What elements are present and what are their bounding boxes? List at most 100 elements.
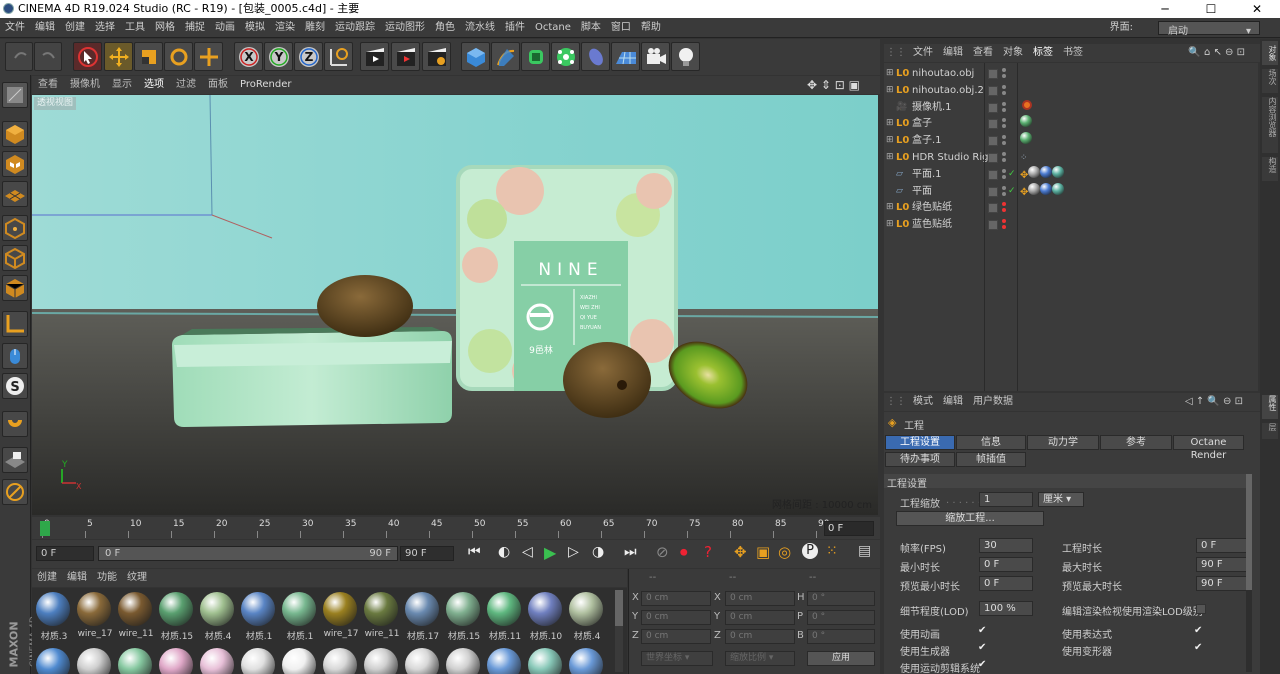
coord-rot-field[interactable]: 0 °	[807, 591, 875, 606]
go-to-start-icon[interactable]: ⏮	[468, 544, 481, 560]
key-scale-icon[interactable]: ▣	[756, 543, 770, 561]
object-tags[interactable]: ✥	[1020, 165, 1065, 184]
attr-menu-user-data[interactable]: 用户数据	[968, 393, 1018, 411]
visibility-render-dot[interactable]	[1002, 124, 1006, 129]
edges-mode-icon[interactable]	[2, 245, 28, 271]
visibility-editor-dot[interactable]	[1002, 185, 1006, 190]
polygons-mode-icon[interactable]	[2, 275, 28, 301]
object-row[interactable]: 🎥 摄像机.1	[884, 99, 1258, 116]
visibility-render-dot[interactable]	[1002, 191, 1006, 196]
menu-window[interactable]: 窗口	[606, 18, 636, 38]
attr-menu-mode[interactable]: 模式	[908, 393, 938, 411]
coord-pos-field[interactable]: 0 cm	[641, 591, 711, 606]
material-swatch[interactable]: 材质.15	[157, 590, 197, 642]
next-keyframe-icon[interactable]: ◑	[592, 544, 604, 560]
preview-range-slider[interactable]: 0 F 90 F	[98, 546, 398, 561]
menu-mesh[interactable]: 网格	[150, 18, 180, 38]
viewport-3d[interactable]: NINE 9邑林 XIAZHI WEI ZHI QI YUE BUYUAN Y …	[32, 95, 878, 515]
layout-select[interactable]: 启动 ▾	[1158, 21, 1260, 37]
menu-script[interactable]: 脚本	[576, 18, 606, 38]
close-button[interactable]: ✕	[1234, 0, 1280, 18]
material-swatch[interactable]: 材质.1	[280, 590, 320, 642]
key-rotation-icon[interactable]: ◎	[778, 543, 791, 561]
coord-size-field[interactable]: 0 cm	[725, 610, 795, 625]
siderail-tab-takes[interactable]: 场次	[1262, 69, 1278, 93]
auto-keyframe-icon[interactable]: ?	[704, 543, 712, 561]
viewport-menu-filter[interactable]: 过滤	[170, 76, 202, 94]
material-swatch[interactable]	[485, 646, 525, 674]
menu-character[interactable]: 角色	[430, 18, 460, 38]
use-expressions-checkbox[interactable]: ✔	[1194, 626, 1204, 636]
use-animation-checkbox[interactable]: ✔	[978, 626, 988, 636]
visibility-render-dot[interactable]	[1002, 174, 1006, 179]
x-axis-lock-button[interactable]: X	[234, 42, 263, 71]
redo-button[interactable]	[34, 42, 62, 71]
material-swatch[interactable]: 材质.11	[485, 590, 525, 642]
material-swatch[interactable]: 材质.1	[239, 590, 279, 642]
tab-todo[interactable]: 待办事项	[885, 452, 955, 467]
visibility-render-dot[interactable]	[1002, 208, 1006, 213]
object-tags[interactable]: ⁘	[1020, 149, 1028, 167]
expand-toggle-icon[interactable]: ⊞	[886, 199, 894, 216]
material-swatch[interactable]	[34, 646, 74, 674]
tab-dynamics[interactable]: 动力学	[1027, 435, 1099, 450]
record-active-objects-icon[interactable]: ⏺	[680, 543, 688, 561]
current-frame-field[interactable]: 0 F	[824, 521, 874, 536]
material-swatch[interactable]	[157, 646, 197, 674]
play-forward-icon[interactable]: ▶	[544, 543, 556, 562]
world-coordinates-select[interactable]: 世界坐标 ▾	[641, 651, 713, 666]
subdivision-surface-icon[interactable]	[521, 42, 550, 71]
visibility-editor-dot[interactable]	[1002, 168, 1006, 173]
layer-toggle-icon[interactable]	[988, 220, 998, 231]
siderail-tab-layers[interactable]: 层	[1262, 423, 1278, 439]
coord-pos-field[interactable]: 0 cm	[641, 629, 711, 644]
y-axis-lock-button[interactable]: Y	[264, 42, 293, 71]
object-row[interactable]: ▱ 平面 ✓ ✥	[884, 182, 1258, 201]
go-to-end-icon[interactable]: ⏭	[624, 544, 637, 560]
siderail-tab-structure[interactable]: 构造	[1262, 157, 1278, 181]
material-menu-function[interactable]: 功能	[92, 569, 122, 587]
scale-project-button[interactable]: 缩放工程...	[896, 511, 1044, 526]
rotate-tool-icon[interactable]	[164, 42, 193, 71]
texture-mode-icon[interactable]	[2, 151, 28, 177]
material-swatch[interactable]: 材质.4	[198, 590, 238, 642]
floor-icon[interactable]	[611, 42, 640, 71]
maximize-button[interactable]: ☐	[1188, 0, 1234, 18]
menu-create[interactable]: 创建	[60, 18, 90, 38]
points-mode-icon[interactable]	[2, 215, 28, 241]
material-swatch[interactable]: wire_11	[362, 590, 402, 639]
material-swatch[interactable]	[75, 646, 115, 674]
menu-octane[interactable]: Octane	[530, 18, 576, 38]
coord-pos-field[interactable]: 0 cm	[641, 610, 711, 625]
menu-snap[interactable]: 捕捉	[180, 18, 210, 38]
visibility-editor-dot[interactable]	[1002, 84, 1006, 89]
visibility-render-dot[interactable]	[1002, 158, 1006, 162]
use-motion-system-checkbox[interactable]: ✔	[978, 660, 988, 670]
minimize-button[interactable]: ─	[1142, 0, 1188, 18]
model-mode-icon[interactable]	[2, 121, 28, 147]
tab-project-settings[interactable]: 工程设置	[885, 435, 955, 450]
recent-tool-icon[interactable]	[194, 42, 223, 71]
visibility-editor-dot[interactable]	[1002, 135, 1006, 140]
cloner-icon[interactable]	[551, 42, 580, 71]
workplane-lock-icon[interactable]	[2, 447, 28, 473]
menu-help[interactable]: 帮助	[636, 18, 666, 38]
use-deformers-checkbox[interactable]: ✔	[1194, 643, 1204, 653]
object-tags[interactable]	[1020, 115, 1032, 133]
viewport-menu-options[interactable]: 选项	[138, 76, 170, 94]
attr-menu-edit[interactable]: 编辑	[938, 393, 968, 411]
expand-toggle-icon[interactable]: ⊞	[886, 149, 894, 166]
expand-toggle-icon[interactable]: ⊞	[886, 216, 894, 233]
coordinate-system-icon[interactable]	[324, 42, 353, 71]
object-menu-icons[interactable]: ⋮⋮	[884, 44, 908, 62]
object-tags[interactable]: ✥	[1020, 182, 1065, 201]
menu-file[interactable]: 文件	[0, 18, 30, 38]
project-scale-field[interactable]: 1	[979, 492, 1033, 507]
material-menu-create[interactable]: 创建	[32, 569, 62, 587]
timeline-playhead[interactable]	[40, 521, 50, 536]
visibility-editor-dot[interactable]	[1002, 219, 1006, 224]
axis-enable-icon[interactable]	[2, 311, 28, 337]
menu-render[interactable]: 渲染	[270, 18, 300, 38]
visibility-render-dot[interactable]	[1002, 90, 1006, 95]
layer-toggle-icon[interactable]	[988, 169, 998, 180]
